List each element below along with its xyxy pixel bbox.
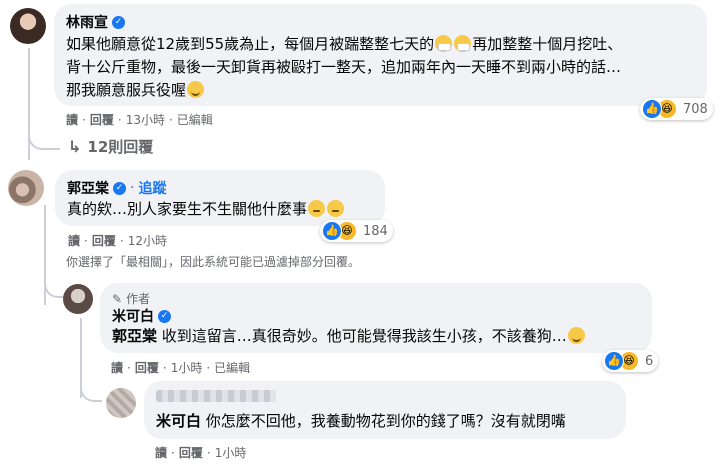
reply-bubble-2: 米可白 你怎麼不回他，我養動物花到你的錢了嗎？沒有就閉嘴	[144, 381, 626, 439]
mention-link[interactable]: 米可白	[156, 412, 201, 430]
reply-button[interactable]: 回覆	[90, 111, 114, 128]
thinking-emoji-icon	[327, 200, 345, 217]
read-button[interactable]: 讀	[66, 111, 78, 128]
read-button[interactable]: 讀	[155, 444, 167, 461]
reaction-count: 184	[363, 223, 388, 239]
comment-actions-2: 讀 · 回覆 · 12小時	[68, 232, 167, 249]
commenter-name-2[interactable]: 郭亞棠 ✓ · 追蹤	[67, 178, 166, 198]
edited-label[interactable]: 已編輯	[214, 359, 250, 376]
filter-notice: 你選擇了「最相關」，因此系統可能已過濾掉部分回覆。	[66, 255, 361, 269]
mask-emoji-icon	[454, 35, 472, 52]
reaction-summary-3[interactable]: 👍 😆 6	[602, 350, 659, 372]
reply-bubble-1: ✎ 作者 米可白 ✓ 郭亞棠 收到這留言…真很奇妙。他可能覺得我該生小孩，不該養狗…	[100, 283, 652, 353]
reply-text-1: 郭亞棠 收到這留言…真很奇妙。他可能覺得我該生小孩，不該養狗…	[112, 325, 586, 348]
comment-text-1: 如果他願意從12歲到55歲為止，每個月被踹整整七天的 再加整整十個月挖吐、 背十公…	[66, 35, 623, 99]
verified-icon: ✓	[158, 309, 171, 323]
grin-emoji-icon	[187, 81, 205, 98]
comment-bubble-1: 林雨宣 ✓ 如果他願意從12歲到55歲為止，每個月被踹整整七天的 再加整整十個月挖吐…	[54, 4, 707, 106]
reply-button[interactable]: 回覆	[179, 444, 203, 461]
timestamp[interactable]: 12小時	[128, 232, 167, 249]
avatar-author[interactable]	[63, 284, 93, 314]
view-replies-link[interactable]: ↳ 12則回覆	[68, 136, 153, 157]
thinking-emoji-icon	[308, 200, 326, 217]
reply-button[interactable]: 回覆	[135, 359, 159, 376]
timestamp[interactable]: 1小時	[171, 359, 203, 376]
reaction-summary-1[interactable]: 👍 😆 708	[640, 98, 713, 120]
read-button[interactable]: 讀	[68, 232, 80, 249]
reaction-summary-2[interactable]: 👍 😆 184	[320, 220, 393, 242]
avatar-replier-2[interactable]	[106, 388, 136, 418]
mask-emoji-icon	[435, 35, 453, 52]
edited-label[interactable]: 已編輯	[177, 111, 213, 128]
like-reaction-icon: 👍	[604, 351, 624, 371]
reply-button[interactable]: 回覆	[92, 232, 116, 249]
comment-text-2: 真的欸…別人家要生不生關他什麼事	[67, 198, 345, 221]
thread-elbow-reply2	[80, 372, 102, 402]
read-button[interactable]: 讀	[111, 359, 123, 376]
verified-icon: ✓	[112, 15, 125, 29]
avatar-commenter-1[interactable]	[10, 8, 46, 44]
thread-elbow-reply1	[44, 268, 64, 298]
thread-elbow-replies	[28, 120, 60, 150]
author-badge-icon: ✎	[112, 291, 123, 306]
avatar-commenter-2[interactable]	[8, 170, 44, 206]
like-reaction-icon: 👍	[322, 221, 342, 241]
comment-actions-1: 讀 · 回覆 · 13小時 · 已編輯	[66, 111, 213, 128]
like-reaction-icon: 👍	[642, 99, 662, 119]
timestamp[interactable]: 1小時	[215, 444, 247, 461]
reply-arrow-icon: ↳	[68, 137, 82, 156]
follow-button[interactable]: 追蹤	[138, 178, 166, 198]
laughing-emoji-icon	[567, 327, 585, 344]
blurred-name	[156, 390, 276, 402]
author-badge: ✎ 作者	[112, 291, 151, 307]
reaction-count: 6	[645, 353, 654, 369]
reply-actions-2: 讀 · 回覆 · 1小時	[155, 444, 247, 461]
comment-bubble-2: 郭亞棠 ✓ · 追蹤 真的欸…別人家要生不生關他什麼事	[55, 170, 385, 226]
timestamp[interactable]: 13小時	[126, 111, 165, 128]
verified-icon: ✓	[113, 181, 126, 195]
reaction-count: 708	[683, 101, 708, 117]
reply-actions-1: 讀 · 回覆 · 1小時 · 已編輯	[111, 359, 251, 376]
mention-link[interactable]: 郭亞棠	[112, 327, 157, 345]
commenter-name-1[interactable]: 林雨宣 ✓	[66, 12, 125, 32]
replier-name-1[interactable]: 米可白 ✓	[112, 306, 171, 326]
reply-text-2: 米可白 你怎麼不回他，我養動物花到你的錢了嗎？沒有就閉嘴	[156, 412, 566, 430]
